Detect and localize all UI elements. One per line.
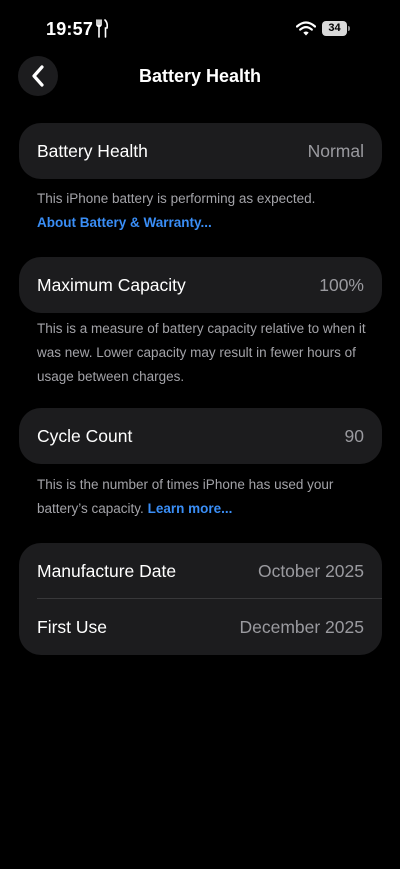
battery-nub: [348, 26, 350, 31]
maximum-capacity-footnote: This is a measure of battery capacity re…: [37, 321, 366, 384]
fork-knife-icon: [96, 19, 108, 38]
manufacture-date-label: Manufacture Date: [37, 560, 177, 581]
cycle-count-row: Cycle Count 90: [19, 408, 382, 464]
maximum-capacity-value: 100%: [319, 274, 364, 295]
manufacture-date-value: October 2025: [257, 560, 364, 581]
cycle-count-footnote: This is the number of times iPhone has u…: [37, 473, 367, 521]
battery-health-row: Battery Health Normal: [19, 123, 382, 179]
about-battery-warranty-link[interactable]: About Battery & Warranty...: [37, 211, 367, 235]
battery-health-footnote: This iPhone battery is performing as exp…: [37, 187, 367, 235]
status-bar: 19:57 34: [0, 0, 400, 56]
cycle-count-card: Cycle Count 90: [19, 408, 382, 464]
battery-icon: 34: [322, 21, 350, 36]
first-use-label: First Use: [37, 616, 107, 637]
wifi-icon: [296, 21, 316, 36]
maximum-capacity-label: Maximum Capacity: [37, 274, 186, 295]
page-title: Battery Health: [138, 66, 262, 86]
cycle-count-label: Cycle Count: [37, 425, 133, 446]
first-use-row: First Use December 2025: [19, 599, 382, 655]
battery-level: 34: [328, 22, 341, 34]
first-use-value: December 2025: [239, 616, 364, 637]
dates-card: Manufacture Date October 2025 First Use …: [19, 543, 382, 655]
status-time: 19:57: [46, 19, 94, 39]
battery-health-note: This iPhone battery is performing as exp…: [37, 191, 316, 206]
battery-health-value: Normal: [307, 140, 364, 161]
learn-more-link[interactable]: Learn more...: [148, 501, 233, 516]
maximum-capacity-card: Maximum Capacity 100%: [19, 257, 382, 313]
manufacture-date-row: Manufacture Date October 2025: [19, 543, 382, 599]
cycle-count-value: 90: [344, 425, 364, 446]
battery-health-card: Battery Health Normal: [19, 123, 382, 179]
battery-health-label: Battery Health: [37, 140, 148, 161]
maximum-capacity-row: Maximum Capacity 100%: [19, 257, 382, 313]
